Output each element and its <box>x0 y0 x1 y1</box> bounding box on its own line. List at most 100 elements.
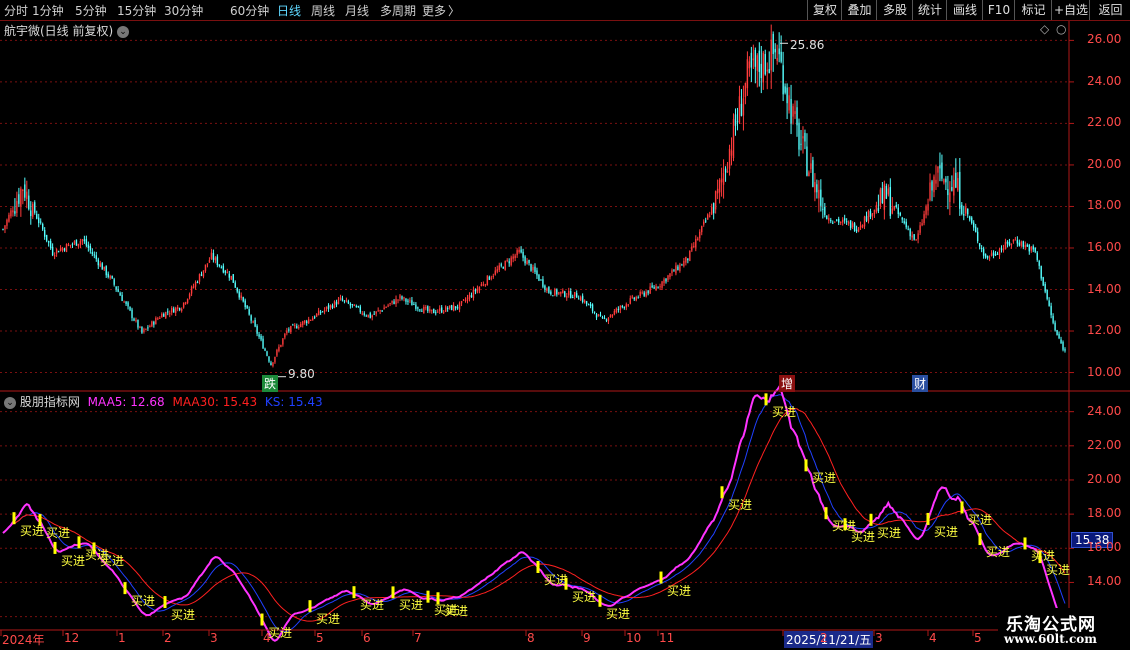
candle-body <box>323 309 326 312</box>
stock-chart[interactable] <box>0 0 1130 650</box>
candle-body <box>361 313 363 315</box>
candle-body <box>486 275 489 286</box>
candle-body <box>1052 315 1054 323</box>
period-tab-10[interactable]: 更多 <box>422 2 446 19</box>
period-tab-5[interactable]: 60分钟 <box>230 2 269 19</box>
period-tab-9[interactable]: 多周期 <box>380 2 416 19</box>
candle-body <box>526 260 528 265</box>
candle-body <box>16 201 18 214</box>
period-tab-3[interactable]: 15分钟 <box>117 2 156 19</box>
period-tab-0[interactable]: 分时 <box>4 2 28 19</box>
buy-signal-bar <box>123 582 127 595</box>
candle-body <box>107 273 109 278</box>
candle-body <box>859 225 862 228</box>
candle-body <box>210 252 213 260</box>
candle-body <box>313 316 316 318</box>
candle-body <box>28 195 30 210</box>
candle-body <box>325 306 328 310</box>
candle-body <box>228 273 230 278</box>
candle-body <box>298 327 300 329</box>
candle-body <box>470 295 473 297</box>
candle-body <box>661 281 663 288</box>
candle-body <box>657 287 659 289</box>
indicator-header: ⌄ 股朋指标网 MAA5: 12.68 MAA30: 15.43 KS: 15.… <box>4 393 323 410</box>
candle-body <box>871 213 874 217</box>
candle-body <box>421 310 423 312</box>
event-badge-zeng[interactable]: 增 <box>779 375 796 392</box>
candle-body <box>998 249 1001 256</box>
candle-body <box>77 243 80 247</box>
main-chart-title: 航宇微(日线 前复权) ⌄ <box>4 22 130 39</box>
candle-body <box>8 214 10 222</box>
candle-body <box>695 239 697 248</box>
action-button-7[interactable]: +自选 <box>1051 0 1090 20</box>
candle-body <box>839 221 842 223</box>
period-tab-7[interactable]: 周线 <box>311 2 335 19</box>
candle-body <box>1008 241 1011 246</box>
candle-body <box>403 297 405 299</box>
candle-body <box>105 266 107 276</box>
candle-body <box>244 300 246 308</box>
candle-body <box>556 289 558 295</box>
circle-icon[interactable]: ○ <box>1056 22 1066 36</box>
candle-body <box>778 48 780 55</box>
candle-body <box>417 307 419 309</box>
period-tab-6[interactable]: 日线 <box>277 2 301 19</box>
candle-body <box>478 286 481 291</box>
period-tab-2[interactable]: 5分钟 <box>75 2 107 19</box>
time-axis-label: 2025/11/21/五 <box>784 631 874 648</box>
action-button-3[interactable]: 统计 <box>912 0 947 20</box>
action-button-0[interactable]: 复权 <box>807 0 842 20</box>
candle-body <box>399 295 401 299</box>
candle-body <box>216 256 219 266</box>
candle-body <box>667 275 669 280</box>
candle-body <box>349 303 352 306</box>
action-button-4[interactable]: 画线 <box>946 0 983 20</box>
action-button-8[interactable]: 返回 <box>1089 0 1130 20</box>
event-badge-die[interactable]: 跌 <box>262 375 279 392</box>
candle-body <box>278 346 280 351</box>
candle-body <box>951 187 953 191</box>
candle-body <box>901 217 903 220</box>
dropdown-chevron-icon[interactable]: ⌄ <box>4 396 16 409</box>
candle-body <box>659 286 661 288</box>
more-arrow-icon[interactable]: 〉 <box>448 2 460 19</box>
candle-body <box>542 279 544 287</box>
period-tab-1[interactable]: 1分钟 <box>32 2 64 19</box>
candle-body <box>260 336 262 340</box>
diamond-icon[interactable]: ◇ <box>1040 22 1049 36</box>
period-tab-4[interactable]: 30分钟 <box>164 2 203 19</box>
candle-body <box>822 208 824 210</box>
candle-body <box>925 206 927 215</box>
candle-body <box>490 277 493 279</box>
candle-body <box>706 214 709 220</box>
candle-body <box>230 275 232 280</box>
candle-body <box>623 306 626 308</box>
dropdown-chevron-icon[interactable]: ⌄ <box>117 25 130 38</box>
action-button-5[interactable]: F10 <box>982 0 1015 20</box>
buy-signal-bar <box>824 507 828 520</box>
buy-signal-label: 买进 <box>728 498 753 513</box>
event-badge-cai[interactable]: 财 <box>912 375 929 392</box>
candle-body <box>957 178 959 191</box>
candle-body <box>915 239 917 241</box>
action-button-1[interactable]: 叠加 <box>841 0 877 20</box>
candle-body <box>435 312 437 314</box>
candle-body <box>450 305 453 311</box>
action-button-2[interactable]: 多股 <box>876 0 913 20</box>
candle-body <box>321 311 324 313</box>
candle-body <box>655 286 657 290</box>
candle-body <box>59 248 62 251</box>
candle-body <box>113 279 115 285</box>
candle-body <box>516 250 518 256</box>
candle-body <box>758 50 761 72</box>
candle-body <box>93 254 96 256</box>
candle-body <box>746 59 749 89</box>
action-button-6[interactable]: 标记 <box>1014 0 1052 20</box>
buy-signal-bar <box>804 459 808 472</box>
buy-signal-label: 买进 <box>667 583 692 598</box>
candle-body <box>867 210 870 222</box>
period-tab-8[interactable]: 月线 <box>345 2 369 19</box>
buy-signal-label: 买进 <box>772 405 797 420</box>
candle-body <box>371 315 373 318</box>
